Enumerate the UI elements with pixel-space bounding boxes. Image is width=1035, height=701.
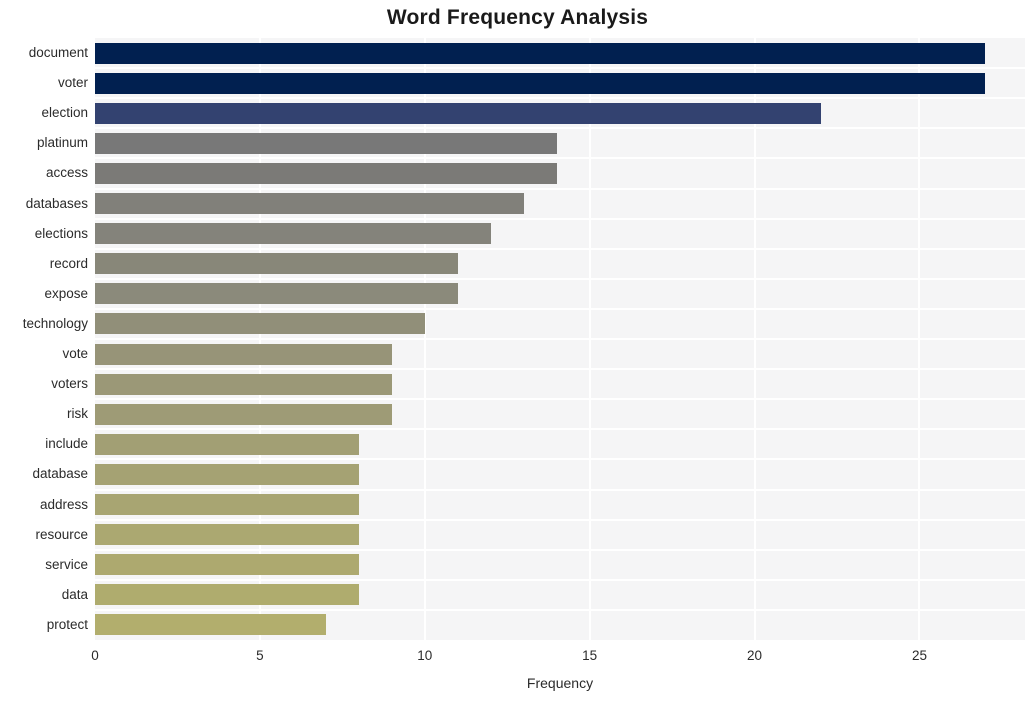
- x-axis-title: Frequency: [526, 675, 594, 691]
- bar: [95, 223, 491, 245]
- y-axis-tick-label: vote: [62, 346, 88, 362]
- y-axis-tick-label: elections: [34, 225, 88, 241]
- bar: [95, 343, 392, 365]
- bar: [95, 524, 359, 546]
- y-gridline: [95, 608, 1025, 611]
- y-gridline: [95, 127, 1025, 130]
- chart-title: Word Frequency Analysis: [386, 6, 649, 29]
- bar: [95, 554, 359, 576]
- y-gridline: [95, 458, 1025, 461]
- y-axis-tick-label: platinum: [36, 135, 88, 151]
- y-axis-tick-label: election: [41, 105, 88, 121]
- y-gridline: [95, 307, 1025, 310]
- y-gridline: [95, 578, 1025, 581]
- x-axis-tick-label: 5: [256, 648, 264, 663]
- y-gridline: [95, 217, 1025, 220]
- y-gridline: [95, 187, 1025, 190]
- plot-area: [95, 38, 1025, 640]
- x-axis-tick-label: 10: [417, 648, 433, 663]
- bar: [95, 433, 359, 455]
- y-axis-tick-label: risk: [67, 406, 88, 422]
- bar: [95, 72, 986, 94]
- bar: [95, 403, 392, 425]
- bar: [95, 614, 326, 636]
- bar: [95, 373, 392, 395]
- y-axis-tick-label: data: [61, 586, 88, 602]
- y-gridline: [95, 338, 1025, 340]
- y-gridline: [95, 277, 1025, 280]
- y-axis-tick-label: expose: [44, 285, 88, 301]
- x-axis-tick-label: 15: [582, 648, 598, 663]
- y-axis-tick-label: record: [49, 255, 88, 271]
- bar: [95, 253, 458, 275]
- y-axis-tick-label: technology: [22, 315, 88, 331]
- y-axis-tick-label: database: [32, 466, 88, 482]
- x-axis-tick-label: 25: [911, 648, 927, 663]
- bar: [95, 102, 821, 124]
- bar: [95, 162, 557, 184]
- y-axis-tick-label: databases: [25, 195, 88, 211]
- bar: [95, 584, 359, 606]
- y-axis-tick-label: voter: [57, 75, 88, 91]
- bar: [95, 494, 359, 516]
- bar: [95, 313, 425, 335]
- x-axis-tick-label: 0: [91, 648, 99, 663]
- y-axis-tick-label: document: [28, 45, 88, 61]
- bar: [95, 42, 986, 64]
- y-gridline: [95, 97, 1025, 100]
- bar: [95, 132, 557, 154]
- y-gridline: [95, 398, 1025, 401]
- word-frequency-chart: Word Frequency Analysis document voter ele…: [0, 0, 1035, 701]
- bar: [95, 283, 458, 305]
- y-axis-tick-label: address: [39, 496, 88, 512]
- y-gridline: [95, 488, 1025, 491]
- y-axis-tick-label: include: [45, 436, 88, 452]
- y-axis-tick-label: access: [45, 165, 88, 181]
- bar: [95, 193, 524, 215]
- y-gridline: [95, 157, 1025, 160]
- x-axis-tick-labels: 0 5 10 15 20 25: [0, 648, 1035, 668]
- y-gridline: [95, 548, 1025, 551]
- y-axis-tick-label: voters: [51, 376, 88, 392]
- bar: [95, 463, 359, 485]
- y-axis-labels: document voter election platinum access datab…: [0, 38, 88, 640]
- y-gridline: [95, 428, 1025, 431]
- y-gridline: [95, 368, 1025, 371]
- y-gridline: [95, 518, 1025, 521]
- y-axis-tick-label: service: [45, 556, 88, 572]
- y-axis-tick-label: protect: [46, 616, 88, 632]
- y-axis-tick-label: resource: [35, 526, 88, 542]
- y-gridline: [95, 247, 1025, 250]
- x-axis-tick-label: 20: [747, 648, 763, 663]
- y-gridline: [95, 67, 1025, 70]
